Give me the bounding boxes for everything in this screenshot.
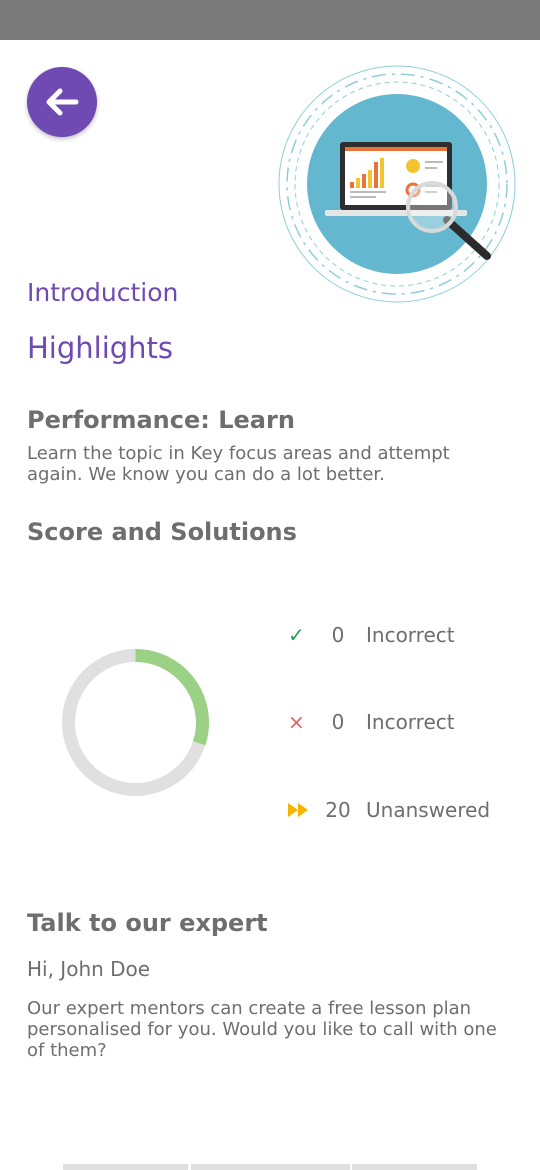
introduction-tab[interactable]: Introduction	[27, 278, 178, 307]
stat-value: 0	[331, 623, 345, 647]
performance-title: Performance: Learn	[27, 406, 295, 434]
check-icon: ✓	[288, 623, 305, 647]
fast-forward-icon	[288, 798, 318, 822]
expert-description: Our expert mentors can create a free les…	[27, 998, 497, 1061]
arrow-left-icon	[46, 88, 79, 116]
bottom-tab-1[interactable]	[63, 1164, 188, 1170]
stat-correct: ✓ 0 Incorrect	[288, 620, 455, 650]
stat-incorrect: × 0 Incorrect	[288, 707, 455, 737]
bottom-tab-2[interactable]	[191, 1164, 350, 1170]
status-bar	[0, 0, 540, 40]
stat-label: Unanswered	[366, 798, 491, 822]
laptop-analytics-illustration	[278, 65, 516, 303]
expert-title: Talk to our expert	[27, 909, 268, 937]
highlights-heading[interactable]: Highlights	[27, 331, 173, 365]
cross-icon: ×	[288, 710, 305, 734]
score-ring	[62, 649, 209, 796]
greeting-text: Hi, John Doe	[27, 957, 151, 981]
bottom-tab-3[interactable]	[352, 1164, 477, 1170]
stat-label: Incorrect	[366, 623, 455, 647]
score-title: Score and Solutions	[27, 518, 297, 546]
stat-value: 0	[331, 710, 345, 734]
back-button[interactable]	[27, 67, 97, 137]
stat-label: Incorrect	[366, 710, 455, 734]
stat-unanswered: 20 Unanswered	[288, 795, 490, 825]
performance-text: Learn the topic in Key focus areas and a…	[27, 443, 450, 485]
stat-value: 20	[325, 798, 351, 822]
